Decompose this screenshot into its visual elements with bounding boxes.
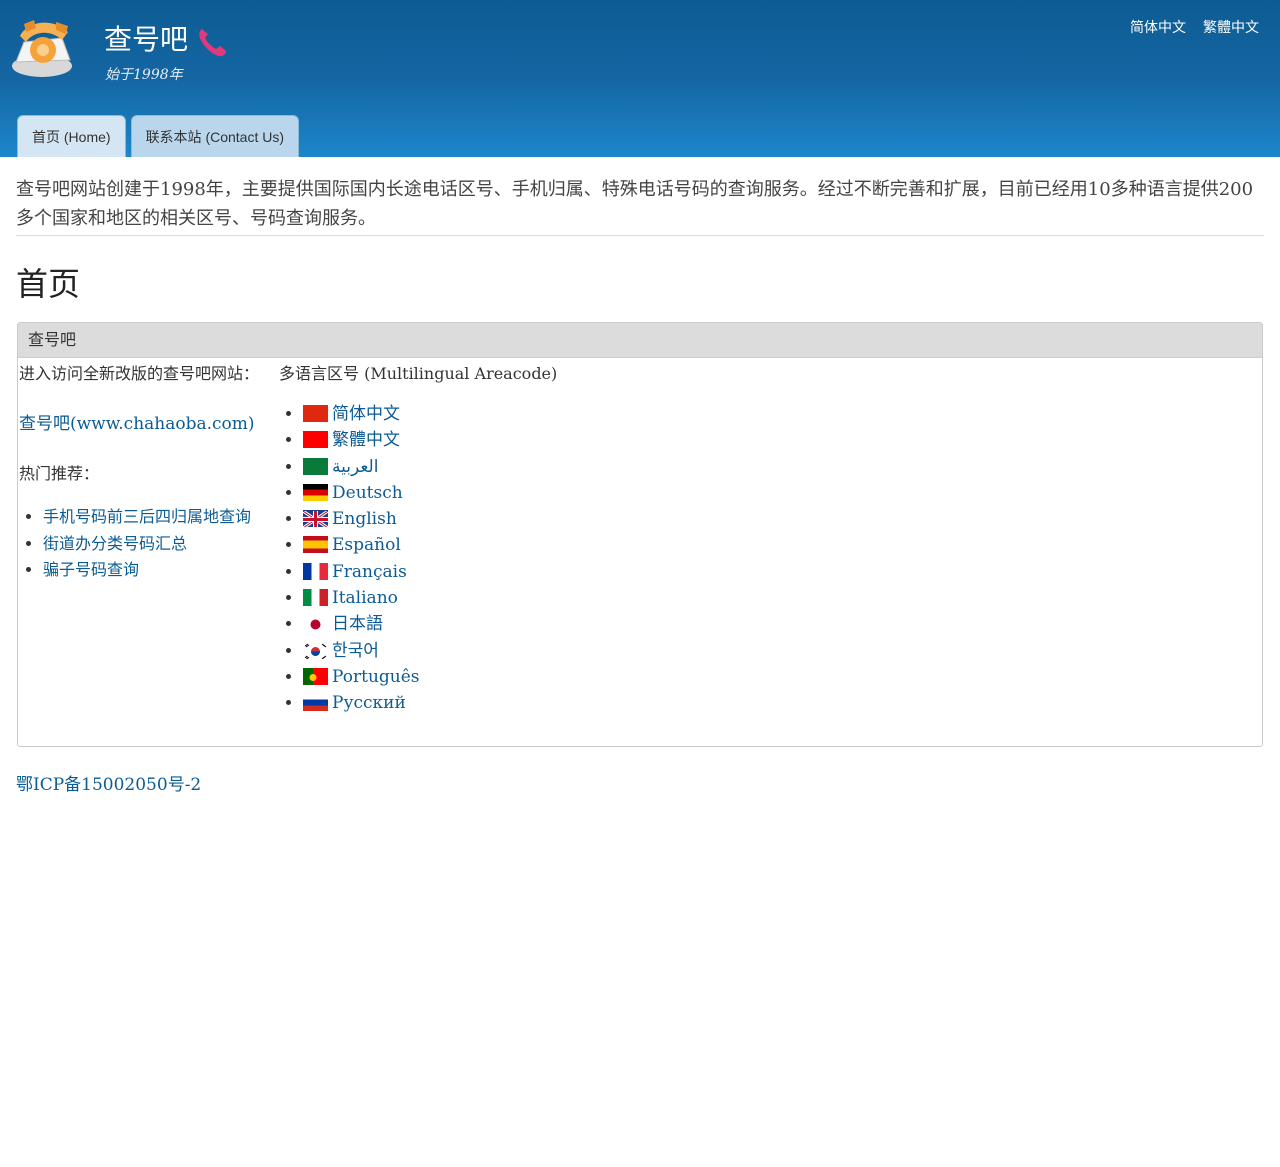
list-item: 手机号码前三后四归属地查询 [43,504,274,531]
language-link-zh-hant[interactable]: 繁體中文 [332,430,400,450]
list-item: Français [303,559,879,585]
list-item: Português [303,664,879,690]
language-switcher: 简体中文 繁體中文 [1130,17,1259,37]
language-link-en[interactable]: English [332,509,397,529]
hot-list: 手机号码前三后四归属地查询 街道办分类号码汇总 骗子号码查询 [19,504,274,584]
language-link-ko[interactable]: 한국어 [332,641,379,661]
right-column: 多语言区号 (Multilingual Areacode) 简体中文 繁體中文 … [279,359,879,717]
language-link-fr[interactable]: Français [332,562,407,582]
intro-text: 查号吧网站创建于1998年，主要提供国际国内长途电话区号、手机归属、特殊电话号码… [16,175,1264,236]
language-link-it[interactable]: Italiano [332,588,398,608]
list-item: Deutsch [303,480,879,506]
hot-link-street-office[interactable]: 街道办分类号码汇总 [43,534,187,553]
hot-link-scam[interactable]: 骗子号码查询 [43,560,139,579]
list-item: Русский [303,690,879,716]
page-title: 首页 [16,265,81,303]
panel-heading: 查号吧 [18,323,1262,358]
language-list: 简体中文 繁體中文 العربية Deutsch English Españo… [279,401,879,717]
site-header: 查号吧 始于1998年 简体中文 繁體中文 首页 (Home) 联系本站 (Co… [0,0,1280,157]
russia-flag-icon [303,694,328,712]
list-item: 繁體中文 [303,427,879,453]
language-link-ar[interactable]: العربية [332,457,378,477]
list-item: 骗子号码查询 [43,557,274,584]
portugal-flag-icon [303,667,328,685]
list-item: 日本語 [303,611,879,637]
language-link-ru[interactable]: Русский [332,693,406,713]
main-site-link[interactable]: 查号吧(www.chahaoba.com) [19,409,274,434]
hot-label: 热门推荐： [19,464,100,483]
taiwan-flag-icon [303,431,328,449]
lang-link-traditional[interactable]: 繁體中文 [1203,17,1259,37]
nav-tabs: 首页 (Home) 联系本站 (Contact Us) [17,115,300,157]
footer: 鄂ICP备15002050号-2 [16,770,1264,795]
tab-contact[interactable]: 联系本站 (Contact Us) [130,115,300,157]
icp-link[interactable]: 鄂ICP备15002050号-2 [16,775,201,795]
germany-flag-icon [303,483,328,501]
korea-flag-icon [303,641,328,659]
uk-flag-icon [303,510,328,528]
multilingual-label: 多语言区号 (Multilingual Areacode) [279,364,558,383]
phone-handset-icon [199,29,226,57]
language-link-de[interactable]: Deutsch [332,483,403,503]
saudi-flag-icon [303,457,328,475]
hot-link-mobile[interactable]: 手机号码前三后四归属地查询 [43,507,251,526]
rotary-phone-logo-icon[interactable] [10,16,76,80]
language-link-ja[interactable]: 日本語 [332,614,383,634]
list-item: 한국어 [303,638,879,664]
content-panel: 查号吧 进入访问全新改版的查号吧网站： 查号吧(www.chahaoba.com… [17,322,1263,747]
list-item: English [303,506,879,532]
list-item: Italiano [303,585,879,611]
language-link-pt[interactable]: Português [332,667,420,687]
site-slogan: 始于1998年 [105,67,183,83]
list-item: العربية [303,454,879,480]
list-item: Español [303,532,879,558]
left-column: 进入访问全新改版的查号吧网站： 查号吧(www.chahaoba.com) 热门… [19,359,274,584]
language-link-es[interactable]: Español [332,535,401,555]
lang-link-simplified[interactable]: 简体中文 [1130,17,1186,37]
japan-flag-icon [303,615,328,633]
spain-flag-icon [303,536,328,554]
enter-site-text: 进入访问全新改版的查号吧网站： [19,364,260,383]
china-flag-icon [303,405,328,422]
site-title[interactable]: 查号吧 [104,20,188,60]
list-item: 简体中文 [303,401,879,427]
tab-home[interactable]: 首页 (Home) [17,115,126,157]
france-flag-icon [303,562,328,580]
italy-flag-icon [303,589,328,607]
list-item: 街道办分类号码汇总 [43,531,274,558]
language-link-zh-hans[interactable]: 简体中文 [332,404,400,424]
